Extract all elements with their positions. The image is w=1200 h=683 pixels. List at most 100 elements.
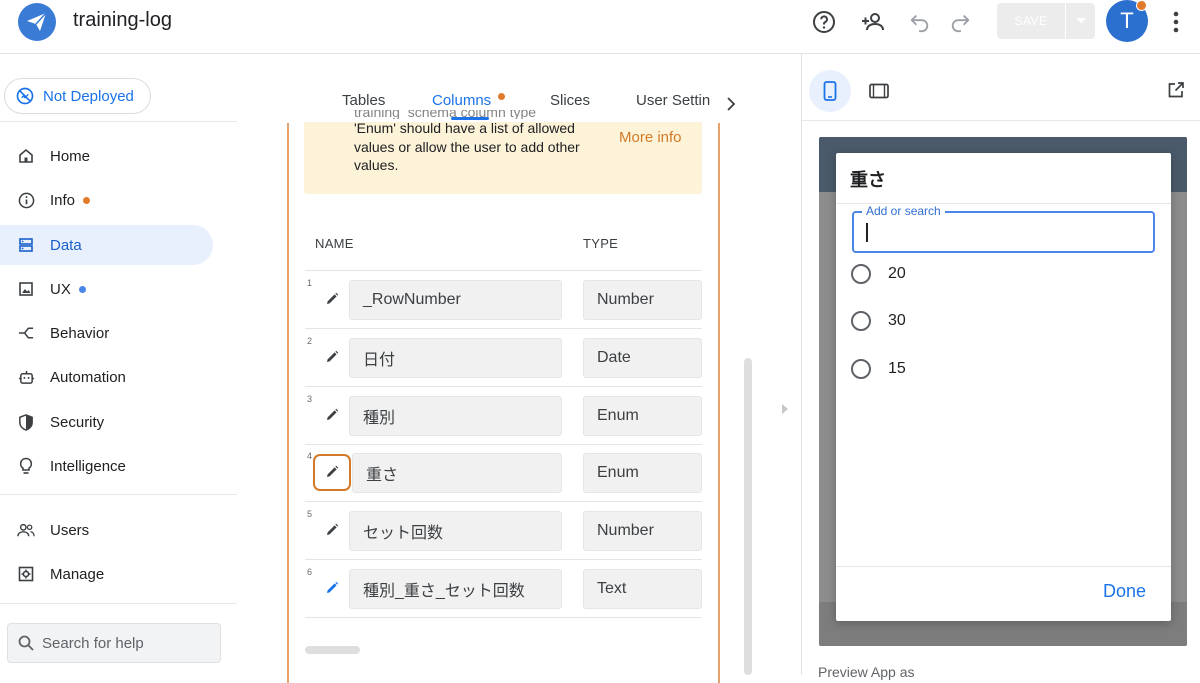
edit-pencil-icon[interactable] (322, 347, 342, 367)
open-in-new-icon (1168, 82, 1184, 98)
option-radio[interactable]: 15 (851, 357, 906, 381)
radio-circle-icon (851, 264, 871, 284)
add-user-icon[interactable] (860, 9, 886, 35)
top-bar: training-log SAVE T (0, 0, 1200, 54)
warning-text-clipped: training_schema column type (354, 110, 537, 119)
help-search-input[interactable]: Search for help (7, 623, 221, 663)
ux-status-dot (78, 285, 86, 293)
sidebar-item-label: Behavior (50, 324, 110, 342)
sidebar-item-automation[interactable]: Automation (0, 357, 213, 397)
deploy-status-button[interactable]: Not Deployed (4, 78, 151, 114)
shield-icon (17, 413, 35, 431)
row-number: 4 (307, 451, 313, 461)
column-type-field[interactable]: Enum (583, 396, 702, 436)
edit-pencil-icon[interactable] (322, 520, 342, 540)
sidebar-divider (0, 603, 237, 604)
users-icon (17, 521, 35, 539)
sidebar-item-manage[interactable]: Manage (0, 554, 213, 594)
row-divider (305, 559, 702, 560)
row-number: 1 (307, 278, 313, 288)
column-type-field[interactable]: Number (583, 511, 702, 551)
help-icon[interactable] (811, 9, 837, 35)
collapse-panel-arrow-icon[interactable] (779, 402, 791, 416)
app-title: training-log (73, 9, 172, 31)
preview-app-as-label: Preview App as (818, 664, 915, 680)
warning-line: 'Enum' should have a list of allowed (354, 120, 575, 136)
column-name-field[interactable]: 日付 (349, 338, 562, 378)
redo-icon[interactable] (947, 9, 973, 35)
column-name-field[interactable]: 重さ (352, 453, 562, 493)
sidebar-item-intelligence[interactable]: Intelligence (0, 446, 213, 486)
sidebar-item-label: Manage (50, 565, 105, 583)
save-button[interactable]: SAVE (997, 3, 1065, 39)
tab-tables[interactable]: Tables (342, 92, 385, 109)
sidebar-item-label: Data (50, 236, 82, 254)
info-icon (17, 191, 35, 209)
column-type-field[interactable]: Date (583, 338, 702, 378)
row-number: 3 (307, 394, 313, 404)
open-external-button[interactable] (1164, 78, 1188, 102)
not-deployed-icon (16, 87, 34, 105)
row-divider (305, 270, 702, 271)
sidebar-item-home[interactable]: Home (0, 136, 213, 176)
tab-user-settings[interactable]: User Settin (636, 92, 714, 109)
enum-picker-dialog: 重さ Add or search (836, 153, 1171, 621)
column-type-field[interactable]: Text (583, 569, 702, 609)
sidebar-item-label: Info (50, 191, 76, 209)
info-status-dot (83, 196, 91, 204)
edit-pencil-icon[interactable] (322, 405, 342, 425)
sidebar-item-users[interactable]: Users (0, 510, 213, 550)
sidebar-divider (0, 121, 237, 122)
column-name-field[interactable]: 種別_重さ_セット回数 (349, 569, 562, 609)
undo-icon[interactable] (907, 9, 933, 35)
column-name-field[interactable]: _RowNumber (349, 280, 562, 320)
column-name-field[interactable]: 種別 (349, 396, 562, 436)
help-search-placeholder: Search for help (42, 634, 144, 652)
sidebar-item-label: UX (50, 280, 71, 298)
edit-pencil-icon[interactable] (322, 289, 342, 309)
column-type-field[interactable]: Enum (583, 453, 702, 493)
search-icon (18, 635, 34, 651)
tablet-view-button[interactable] (864, 76, 894, 106)
column-name-field[interactable]: セット回数 (349, 511, 562, 551)
column-type-field[interactable]: Number (583, 280, 702, 320)
option-radio[interactable]: 30 (851, 309, 906, 333)
edit-pencil-icon[interactable] (322, 578, 342, 598)
sidebar-item-behavior[interactable]: Behavior (0, 313, 213, 353)
option-label: 20 (888, 265, 906, 282)
tablet-icon (869, 83, 889, 99)
sidebar-item-label: Security (50, 413, 105, 431)
horizontal-scrollbar[interactable] (305, 646, 360, 654)
robot-icon (17, 368, 35, 386)
more-info-link[interactable]: More info (619, 129, 682, 146)
sidebar-item-label: Automation (50, 368, 126, 386)
tabs-scroll-right-icon[interactable] (726, 97, 736, 111)
lightbulb-icon (17, 457, 35, 475)
image-icon (17, 280, 35, 298)
done-button[interactable]: Done (1103, 581, 1146, 602)
app-logo[interactable] (18, 3, 56, 41)
sidebar-item-info[interactable]: Info (0, 180, 213, 220)
column-header-name: NAME (315, 236, 354, 251)
phone-view-button[interactable] (809, 70, 851, 112)
tab-columns[interactable]: Columns (432, 92, 491, 109)
preview-divider (801, 54, 802, 675)
tab-slices[interactable]: Slices (550, 92, 590, 109)
option-radio[interactable]: 20 (851, 262, 906, 286)
row-number: 6 (307, 567, 313, 577)
row-divider (305, 444, 702, 445)
sidebar-item-data[interactable]: Data (0, 225, 213, 265)
sidebar-item-security[interactable]: Security (0, 402, 213, 442)
sidebar-item-label: Users (50, 521, 90, 539)
save-dropdown-button[interactable] (1066, 3, 1095, 39)
radio-circle-icon (851, 359, 871, 379)
warning-line: values or allow the user to add other (354, 138, 580, 155)
row-number: 5 (307, 509, 313, 519)
more-vert-icon[interactable] (1163, 9, 1189, 35)
sidebar-item-label: Home (50, 147, 91, 165)
vertical-scrollbar[interactable] (744, 358, 752, 675)
deploy-status-label: Not Deployed (43, 87, 134, 105)
sidebar-item-ux[interactable]: UX (0, 269, 213, 309)
home-icon (17, 147, 35, 165)
edit-pencil-icon[interactable] (322, 462, 342, 482)
